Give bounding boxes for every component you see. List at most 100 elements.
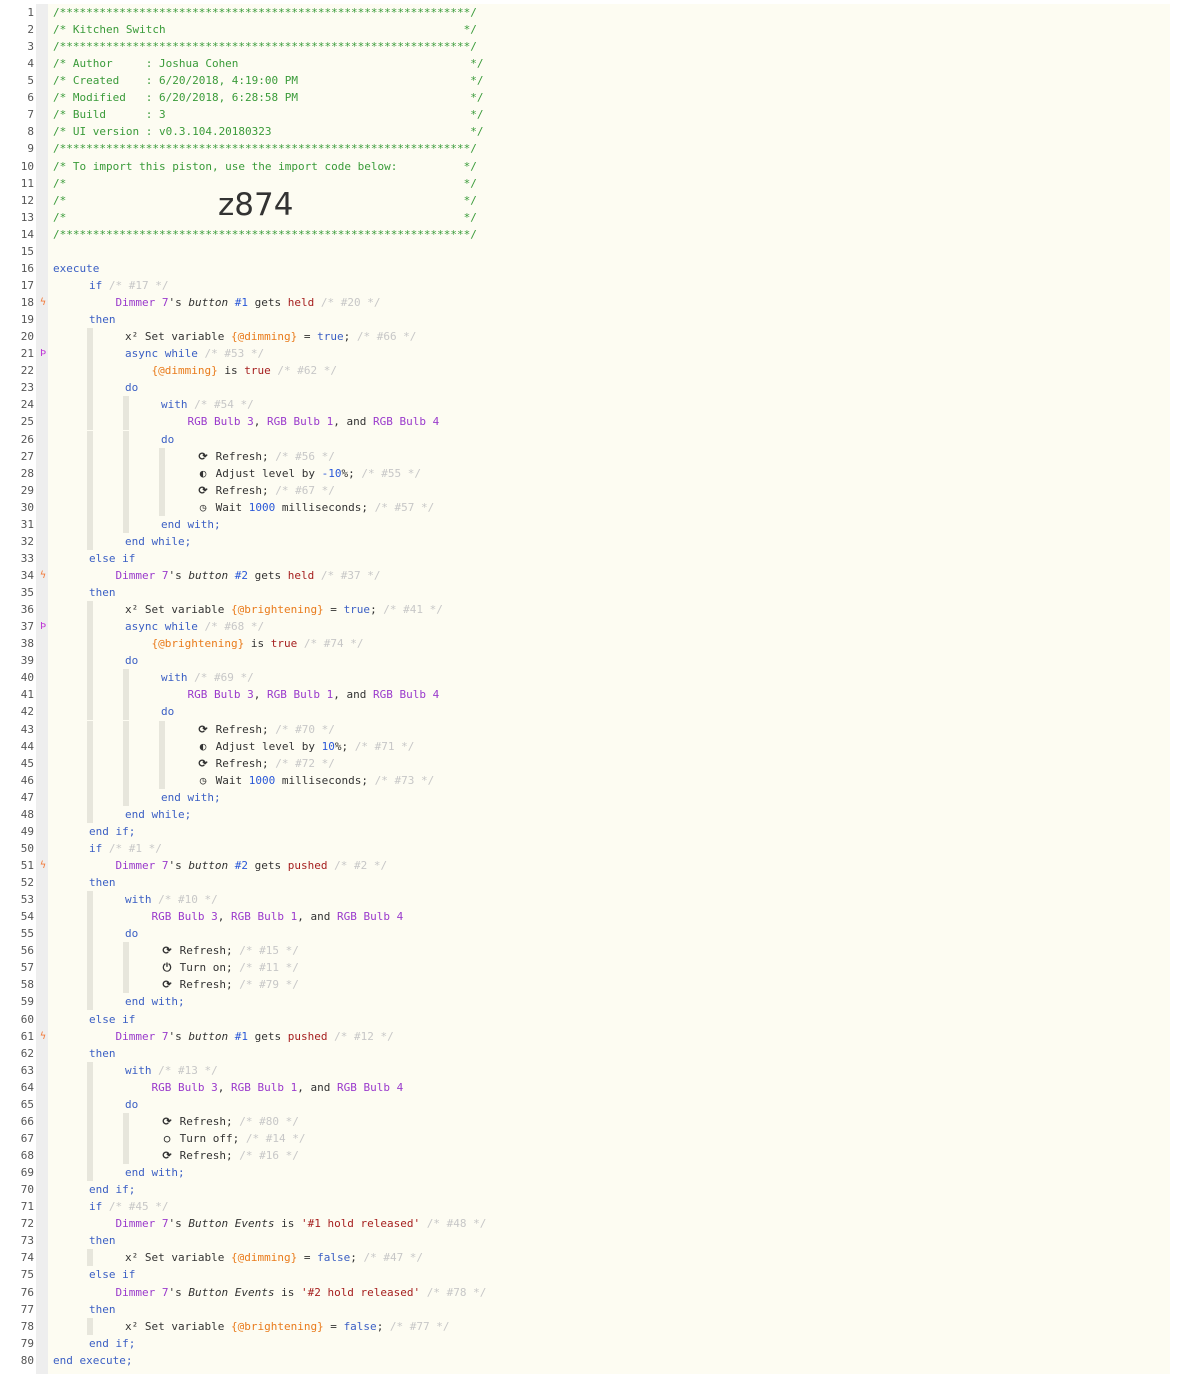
token: Refresh;	[179, 1114, 233, 1128]
code-line: 43 ⟳ Refresh; /* #70 */	[0, 720, 1170, 738]
token: /***************************************…	[53, 227, 477, 241]
token: /***************************************…	[53, 40, 477, 54]
token: -10	[321, 466, 342, 480]
token: , and	[333, 415, 373, 429]
token: , and	[297, 1080, 337, 1094]
code-line: 53 with /* #10 */	[0, 891, 1170, 909]
token: Refresh;	[215, 483, 269, 497]
token: end while;	[125, 807, 192, 821]
code-line: 52 then	[0, 874, 1170, 891]
code-line: 26 do	[0, 430, 1170, 448]
code-line: 49 end if;	[0, 823, 1170, 840]
code-line: 27 ⟳ Refresh; /* #56 */	[0, 447, 1170, 465]
indent-guide	[87, 328, 93, 346]
code-text: if /* #45 */	[89, 1198, 168, 1215]
refresh-icon: ⟳	[198, 483, 208, 497]
token: end with;	[161, 517, 221, 531]
line-number: 65	[20, 1097, 34, 1111]
line-number: 3	[27, 40, 34, 54]
token: Refresh;	[179, 1149, 233, 1163]
token: Dimmer 7	[115, 859, 169, 872]
token: Button Events	[188, 1217, 275, 1231]
line-number: 48	[20, 807, 34, 821]
code-text: else if	[89, 1011, 135, 1028]
token: /* #55 */	[354, 466, 421, 480]
indent-guide	[123, 498, 129, 516]
indent-guide	[123, 430, 129, 448]
indent-guide	[123, 413, 129, 431]
indent-guide	[87, 1061, 93, 1079]
import-code: z874	[218, 187, 294, 223]
code-line: 58 ⟳ Refresh; /* #79 */	[0, 976, 1170, 994]
line-number: 34	[20, 568, 34, 582]
refresh-icon: ⟳	[162, 1149, 172, 1163]
code-text: end with;	[161, 789, 221, 806]
token: '#2 hold released'	[300, 1285, 421, 1299]
code-text: /* Modified : 6/20/2018, 6:28:58 PM */	[53, 89, 483, 106]
token: /***************************************…	[53, 6, 477, 19]
indent-guide	[123, 771, 129, 789]
token: /* #74 */	[297, 637, 364, 651]
code-line: 10 /* To import this piston, use the impo…	[0, 158, 1170, 175]
token: , and	[297, 910, 337, 924]
code-line: 34 ϟ Dimmer 7's button #2 gets held /* #3…	[0, 567, 1170, 584]
token: gets	[247, 296, 288, 310]
token: /* #45 */	[102, 1200, 169, 1214]
code-text: end while;	[125, 533, 191, 550]
token: Dimmer 7	[115, 1029, 169, 1043]
line-number: 8	[27, 125, 34, 139]
code-line: 62 then	[0, 1045, 1170, 1062]
code-text: ◷ Wait 1000 milliseconds; /* #57 */	[197, 499, 435, 516]
code-text: Dimmer 7's Button Events is '#2 hold rel…	[89, 1284, 487, 1301]
indent-guide	[123, 737, 129, 755]
code-text: ⟳ Refresh; /* #70 */	[197, 721, 334, 738]
indent-guide	[123, 959, 129, 977]
token: milliseconds;	[275, 500, 368, 514]
indent-guide	[87, 652, 93, 670]
line-number: 2	[27, 23, 34, 37]
token: x² Set variable	[125, 330, 231, 344]
line-number: 58	[20, 978, 34, 992]
subscription-icon: Ϸ	[39, 348, 47, 360]
indent-guide	[123, 515, 129, 533]
code-line: 25 RGB Bulb 3, RGB Bulb 1, and RGB Bulb …	[0, 413, 1170, 431]
indent-guide	[159, 754, 165, 772]
code-text: ⟳ Refresh; /* #72 */	[197, 755, 334, 772]
indent-guide	[123, 464, 129, 482]
code-line: 8 /* UI version : v0.3.104.20180323 */	[0, 123, 1170, 140]
refresh-icon: ⟳	[198, 449, 208, 463]
code-text: RGB Bulb 3, RGB Bulb 1, and RGB Bulb 4	[125, 1079, 404, 1096]
code-line: 32 end while;	[0, 532, 1170, 550]
code-line: 57 ⏻ Turn on; /* #11 */	[0, 959, 1170, 977]
line-number: 22	[20, 364, 34, 378]
indent-guide	[87, 481, 93, 499]
token: then	[89, 876, 116, 890]
line-number: 30	[20, 500, 34, 514]
token: /* #37 */	[314, 568, 381, 582]
code-text: end if;	[89, 1335, 135, 1352]
indent-guide	[87, 669, 93, 687]
code-line: 12/* */	[0, 192, 1170, 209]
token: gets	[247, 1029, 288, 1043]
token: =	[297, 1251, 318, 1265]
token: milliseconds;	[275, 773, 368, 787]
token: /* #57 */	[367, 500, 435, 514]
token: end if;	[89, 824, 136, 838]
code-line: 31 end with;	[0, 515, 1170, 533]
token: Dimmer 7	[115, 1217, 169, 1231]
token: RGB Bulb 3	[151, 1080, 218, 1094]
token: x² Set variable	[125, 603, 231, 617]
code-line: 2 /* Kitchen Switch */	[0, 21, 1170, 38]
indent-guide	[159, 447, 165, 465]
code-text: ⟳ Refresh; /* #56 */	[197, 448, 334, 465]
indent-guide	[87, 635, 93, 653]
line-number: 73	[20, 1234, 34, 1248]
code-text: ⟳ Refresh; /* #15 */	[161, 942, 298, 959]
code-line: 69 end with;	[0, 1164, 1170, 1182]
code-text: /***************************************…	[53, 140, 477, 157]
